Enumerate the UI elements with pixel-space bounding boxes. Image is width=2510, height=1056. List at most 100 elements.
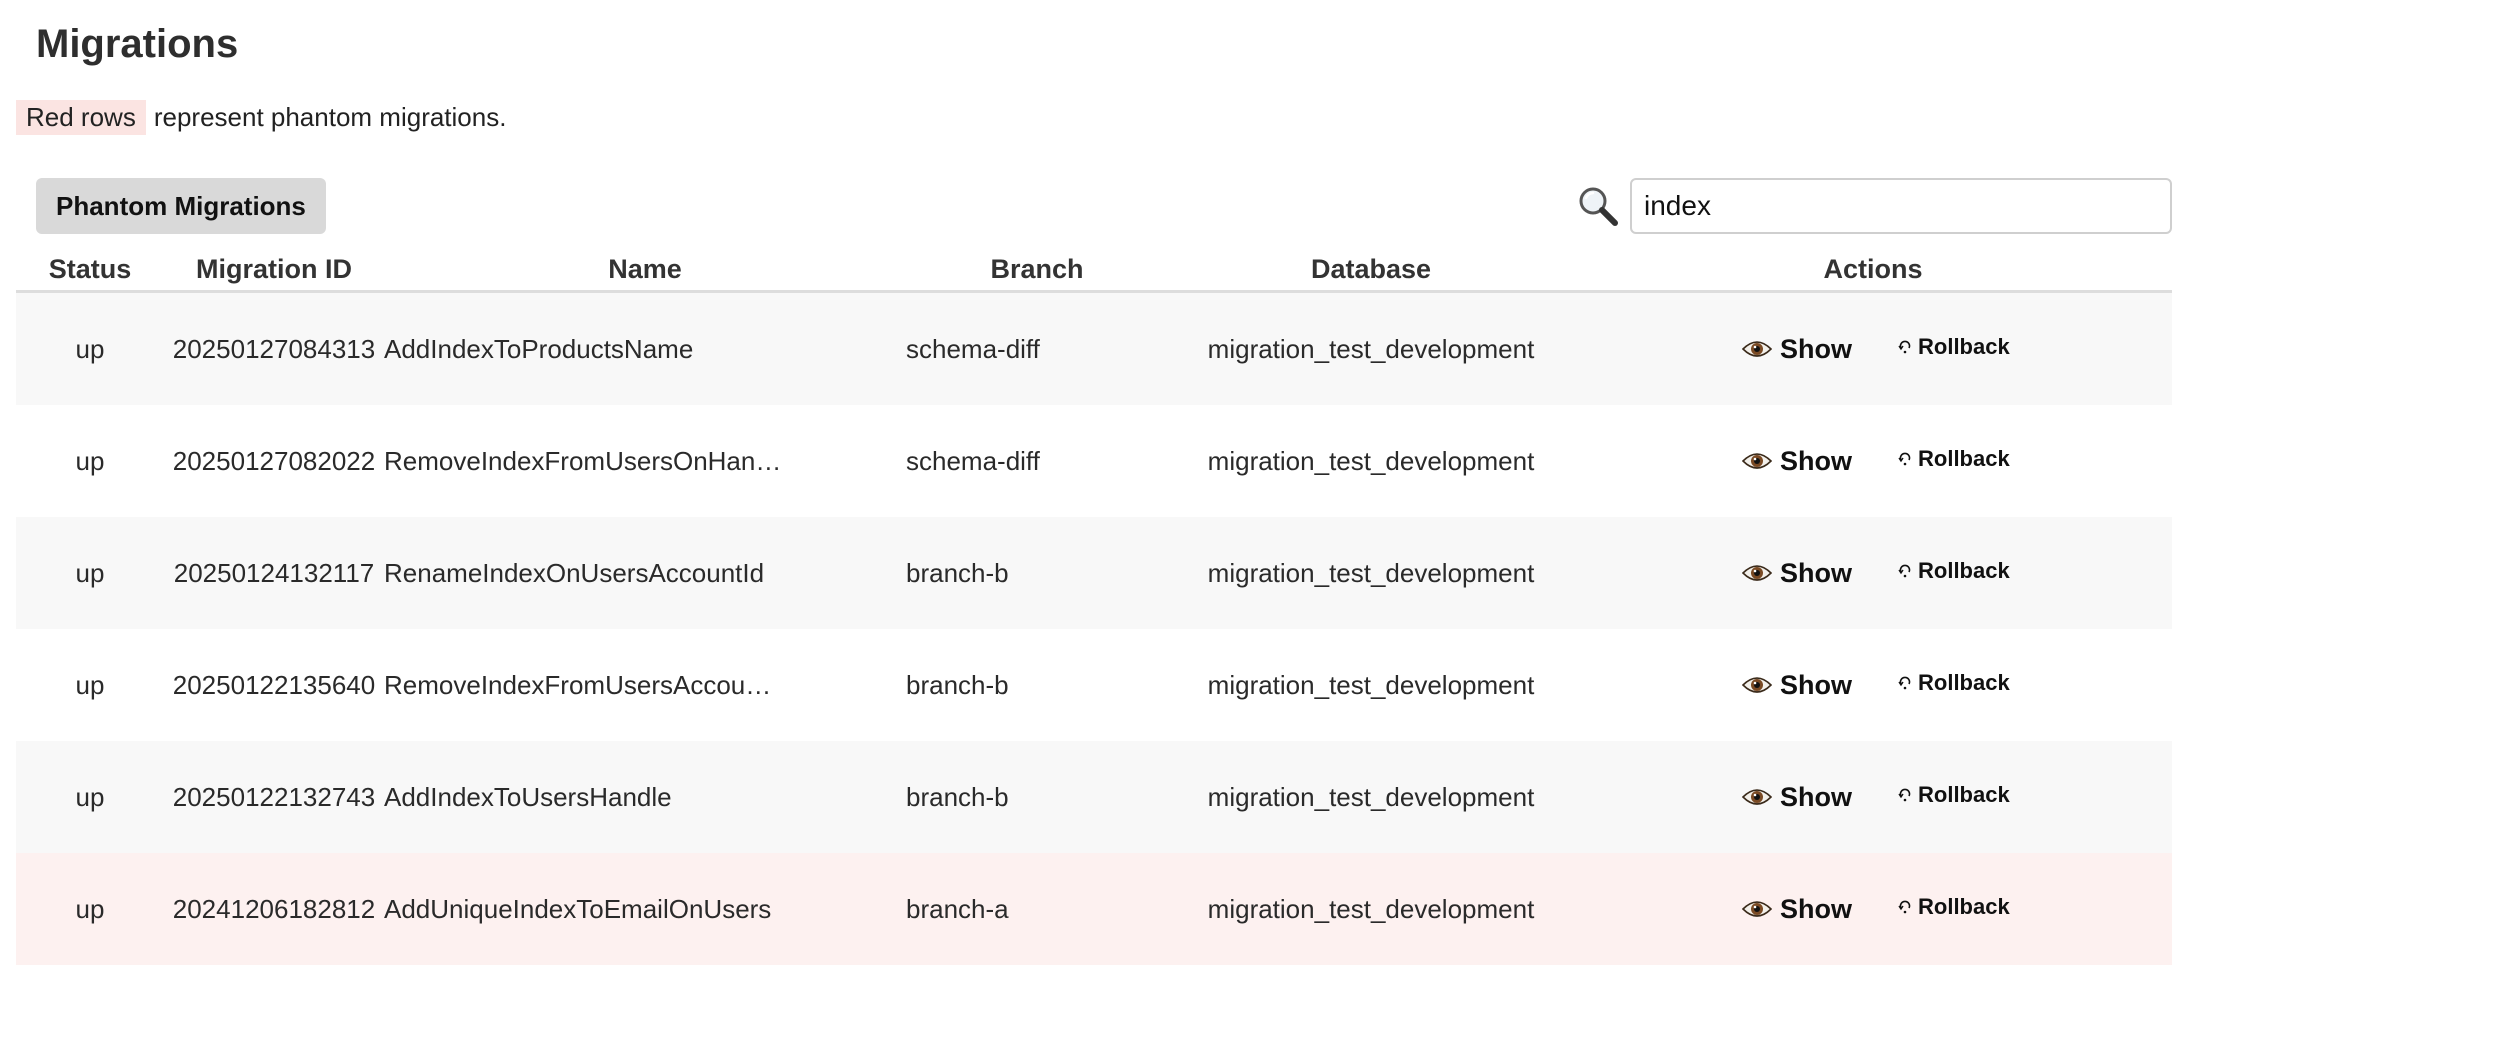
- database-value: migration_test_development: [1207, 445, 1535, 476]
- page-title: Migrations: [36, 22, 239, 66]
- actions-cell: Show Rollback: [1574, 629, 2172, 741]
- header-status[interactable]: Status: [16, 248, 164, 293]
- eye-icon: [1742, 341, 1772, 357]
- show-button[interactable]: Show: [1742, 670, 1852, 701]
- phantom-legend: Red rows represent phantom migrations.: [16, 100, 506, 135]
- status-value: up: [75, 557, 105, 588]
- header-name[interactable]: Name: [384, 248, 906, 293]
- search-input[interactable]: [1630, 178, 2172, 234]
- phantom-migrations-button[interactable]: Phantom Migrations: [36, 178, 326, 234]
- branch-value: branch-b: [906, 669, 1009, 700]
- status-value: up: [75, 445, 105, 476]
- branch-cell: branch-b: [906, 629, 1168, 741]
- search-icon: [1576, 184, 1620, 228]
- branch-cell: branch-b: [906, 741, 1168, 853]
- migration-name: AddIndexToProductsName: [384, 334, 694, 365]
- row-actions: Show Rollback: [1574, 782, 2172, 813]
- migration-id-cell: 20250127082022: [164, 405, 384, 517]
- header-database[interactable]: Database: [1168, 248, 1574, 293]
- table-header-row: Status Migration ID Name Branch Database…: [16, 248, 2172, 293]
- show-label: Show: [1780, 557, 1852, 588]
- database-value: migration_test_development: [1207, 781, 1535, 812]
- name-cell: AddUniqueIndexToEmailOnUsers: [384, 853, 906, 965]
- database-value: migration_test_development: [1207, 557, 1535, 588]
- rollback-label: Rollback: [1918, 446, 2010, 471]
- rollback-label: Rollback: [1918, 670, 2010, 695]
- table-row-phantom: up 20241206182812 AddUniqueIndexToEmailO…: [16, 853, 2172, 965]
- status-value: up: [75, 893, 105, 924]
- row-actions: Show Rollback: [1574, 446, 2172, 477]
- rollback-label: Rollback: [1918, 894, 2010, 919]
- status-cell: up: [16, 405, 164, 517]
- name-cell: RenameIndexOnUsersAccountId: [384, 517, 906, 629]
- status-value: up: [75, 669, 105, 700]
- show-button[interactable]: Show: [1742, 894, 1852, 925]
- show-label: Show: [1780, 781, 1852, 812]
- actions-cell: Show Rollback: [1574, 741, 2172, 853]
- eye-icon: [1742, 901, 1772, 917]
- database-cell: migration_test_development: [1168, 853, 1574, 965]
- branch-value: schema-diff: [906, 333, 1040, 364]
- name-cell: AddIndexToUsersHandle: [384, 741, 906, 853]
- rollback-button[interactable]: Rollback: [1898, 334, 2010, 360]
- branch-value: branch-a: [906, 893, 1009, 924]
- status-cell: up: [16, 517, 164, 629]
- rollback-icon: [1898, 676, 1911, 690]
- row-actions: Show Rollback: [1574, 334, 2172, 365]
- row-actions: Show Rollback: [1574, 670, 2172, 701]
- migrations-table: Status Migration ID Name Branch Database…: [16, 248, 2172, 965]
- toolbar: Phantom Migrations: [16, 178, 2172, 238]
- show-button[interactable]: Show: [1742, 558, 1852, 589]
- migration-id-value: 20250124132117: [173, 557, 375, 588]
- header-migration-id[interactable]: Migration ID: [164, 248, 384, 293]
- migration-name: RenameIndexOnUsersAccountId: [384, 558, 765, 589]
- status-value: up: [75, 333, 105, 364]
- migration-id-value: 20250127082022: [172, 445, 376, 476]
- table-row: up 20250127084313 AddIndexToProductsName…: [16, 291, 2172, 405]
- branch-value: schema-diff: [906, 445, 1040, 476]
- rollback-button[interactable]: Rollback: [1898, 782, 2010, 808]
- rollback-button[interactable]: Rollback: [1898, 894, 2010, 920]
- migration-id-value: 20241206182812: [172, 893, 376, 924]
- header-actions: Actions: [1574, 248, 2172, 293]
- eye-icon: [1742, 453, 1772, 469]
- branch-cell: branch-b: [906, 517, 1168, 629]
- migration-name: AddUniqueIndexToEmailOnUsers: [384, 894, 772, 925]
- rollback-button[interactable]: Rollback: [1898, 670, 2010, 696]
- rollback-icon: [1898, 788, 1911, 802]
- table-row: up 20250122135640 RemoveIndexFromUsersAc…: [16, 629, 2172, 741]
- show-label: Show: [1780, 445, 1852, 476]
- rollback-button[interactable]: Rollback: [1898, 446, 2010, 472]
- status-cell: up: [16, 629, 164, 741]
- show-label: Show: [1780, 333, 1852, 364]
- name-cell: RemoveIndexFromUsersAccou…: [384, 629, 906, 741]
- rollback-label: Rollback: [1918, 334, 2010, 359]
- database-value: migration_test_development: [1207, 333, 1535, 364]
- rollback-icon: [1898, 340, 1911, 354]
- actions-cell: Show Rollback: [1574, 517, 2172, 629]
- migrations-page: Migrations Red rows represent phantom mi…: [0, 0, 2510, 1056]
- migration-id-cell: 20250127084313: [164, 291, 384, 405]
- show-button[interactable]: Show: [1742, 782, 1852, 813]
- database-cell: migration_test_development: [1168, 741, 1574, 853]
- eye-icon: [1742, 565, 1772, 581]
- rollback-button[interactable]: Rollback: [1898, 558, 2010, 584]
- show-button[interactable]: Show: [1742, 334, 1852, 365]
- eye-icon: [1742, 789, 1772, 805]
- show-label: Show: [1780, 669, 1852, 700]
- actions-cell: Show Rollback: [1574, 405, 2172, 517]
- rollback-icon: [1898, 900, 1911, 914]
- migration-id-cell: 20241206182812: [164, 853, 384, 965]
- migration-name: AddIndexToUsersHandle: [384, 782, 672, 813]
- actions-cell: Show Rollback: [1574, 853, 2172, 965]
- rollback-label: Rollback: [1918, 782, 2010, 807]
- branch-cell: branch-a: [906, 853, 1168, 965]
- show-button[interactable]: Show: [1742, 446, 1852, 477]
- branch-cell: schema-diff: [906, 405, 1168, 517]
- actions-cell: Show Rollback: [1574, 291, 2172, 405]
- rollback-icon: [1898, 452, 1911, 466]
- status-cell: up: [16, 291, 164, 405]
- table-row: up 20250124132117 RenameIndexOnUsersAcco…: [16, 517, 2172, 629]
- header-branch[interactable]: Branch: [906, 248, 1168, 293]
- name-cell: AddIndexToProductsName: [384, 291, 906, 405]
